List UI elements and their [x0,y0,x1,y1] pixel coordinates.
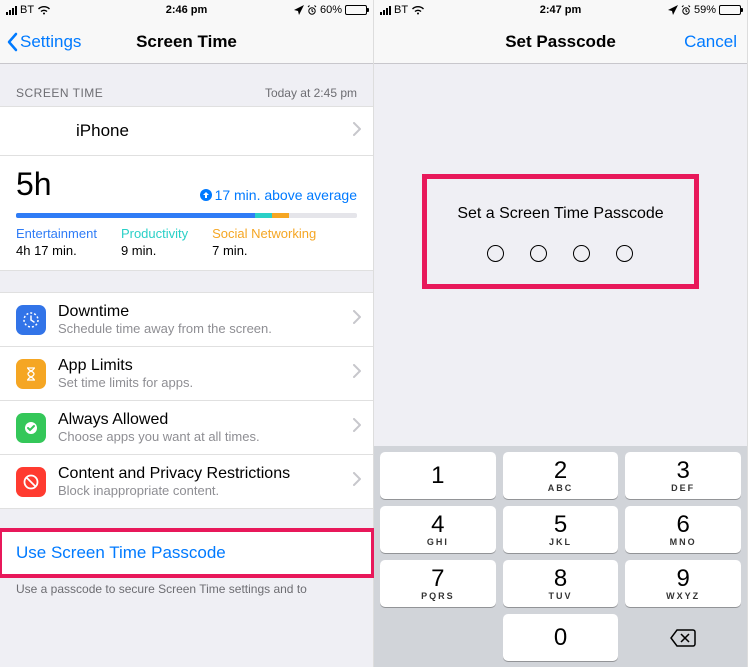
numeric-keypad: 1 2ABC 3DEF 4GHI 5JKL 6MNO 7PQRS 8TUV 9W… [374,446,747,667]
backspace-icon [669,628,697,648]
signal-bars-icon [6,6,17,15]
usage-bar [16,213,357,218]
set-passcode-screen: BT 2:47 pm 59% Set Passcode Cancel Set a… [374,0,748,667]
category-productivity: Productivity 9 min. [121,226,188,258]
nav-bar: Set Passcode Cancel [374,20,747,64]
key-7[interactable]: 7PQRS [380,560,496,607]
passcode-dot [487,245,504,262]
key-0[interactable]: 0 [503,614,619,661]
key-delete[interactable] [625,614,741,661]
back-label: Settings [20,32,81,52]
wifi-icon [37,5,51,15]
row-app-limits[interactable]: App Limits Set time limits for apps. [0,346,373,401]
back-button[interactable]: Settings [6,20,81,63]
passcode-prompt: Set a Screen Time Passcode [457,205,663,223]
row-content-privacy[interactable]: Content and Privacy Restrictions Block i… [0,454,373,509]
cancel-button[interactable]: Cancel [684,20,737,63]
battery-pct-label: 60% [320,4,342,16]
status-bar: BT 2:46 pm 60% [0,0,373,20]
clock-label: 2:46 pm [166,4,208,16]
wifi-icon [411,5,425,15]
passcode-footnote: Use a passcode to secure Screen Time set… [0,576,373,596]
row-always-allowed[interactable]: Always Allowed Choose apps you want at a… [0,400,373,455]
category-breakdown: Entertainment 4h 17 min. Productivity 9 … [16,226,357,258]
passcode-dot [616,245,633,262]
key-9[interactable]: 9WXYZ [625,560,741,607]
passcode-prompt-box: Set a Screen Time Passcode [422,174,698,289]
chevron-left-icon [6,32,18,52]
settings-group: Downtime Schedule time away from the scr… [0,292,373,508]
usage-summary[interactable]: 5h 17 min. above average Entertainment 4… [0,155,373,271]
alarm-icon [681,5,691,15]
location-icon [294,5,304,15]
signal-bars-icon [380,6,391,15]
carrier-label: BT [394,4,408,16]
chevron-right-icon [353,310,361,329]
nav-title: Set Passcode [505,32,616,52]
clock-label: 2:47 pm [540,4,582,16]
key-4[interactable]: 4GHI [380,506,496,553]
chevron-right-icon [353,121,361,141]
key-blank [380,614,496,661]
key-6[interactable]: 6MNO [625,506,741,553]
carrier-label: BT [20,4,34,16]
hourglass-icon [16,359,46,389]
key-5[interactable]: 5JKL [503,506,619,553]
section-asof-label: Today at 2:45 pm [265,86,357,100]
key-3[interactable]: 3DEF [625,452,741,499]
row-downtime[interactable]: Downtime Schedule time away from the scr… [0,292,373,347]
passcode-area: Set a Screen Time Passcode [374,64,747,446]
passcode-dot [530,245,547,262]
passcode-dots [457,245,663,262]
chevron-right-icon [353,364,361,383]
use-passcode-link[interactable]: Use Screen Time Passcode [0,530,373,576]
usage-total: 5h [16,166,52,203]
device-name: iPhone [76,121,129,141]
passcode-dot [573,245,590,262]
alarm-icon [307,5,317,15]
key-2[interactable]: 2ABC [503,452,619,499]
battery-icon [719,5,741,15]
battery-icon [345,5,367,15]
screen-time-settings: BT 2:46 pm 60% Settings Screen Time SCRE… [0,0,374,667]
key-8[interactable]: 8TUV [503,560,619,607]
arrow-up-icon [200,189,212,201]
category-social: Social Networking 7 min. [212,226,316,258]
chevron-right-icon [353,418,361,437]
status-bar: BT 2:47 pm 59% [374,0,747,20]
battery-pct-label: 59% [694,4,716,16]
location-icon [668,5,678,15]
device-row[interactable]: iPhone [0,106,373,156]
nav-title: Screen Time [136,32,237,52]
section-header-label: SCREEN TIME [16,86,103,100]
category-entertainment: Entertainment 4h 17 min. [16,226,97,258]
key-1[interactable]: 1 [380,452,496,499]
no-entry-icon [16,467,46,497]
section-header: SCREEN TIME Today at 2:45 pm [0,64,373,106]
downtime-icon [16,305,46,335]
check-badge-icon [16,413,46,443]
nav-bar: Settings Screen Time [0,20,373,64]
chevron-right-icon [353,472,361,491]
above-average-label: 17 min. above average [200,187,357,203]
